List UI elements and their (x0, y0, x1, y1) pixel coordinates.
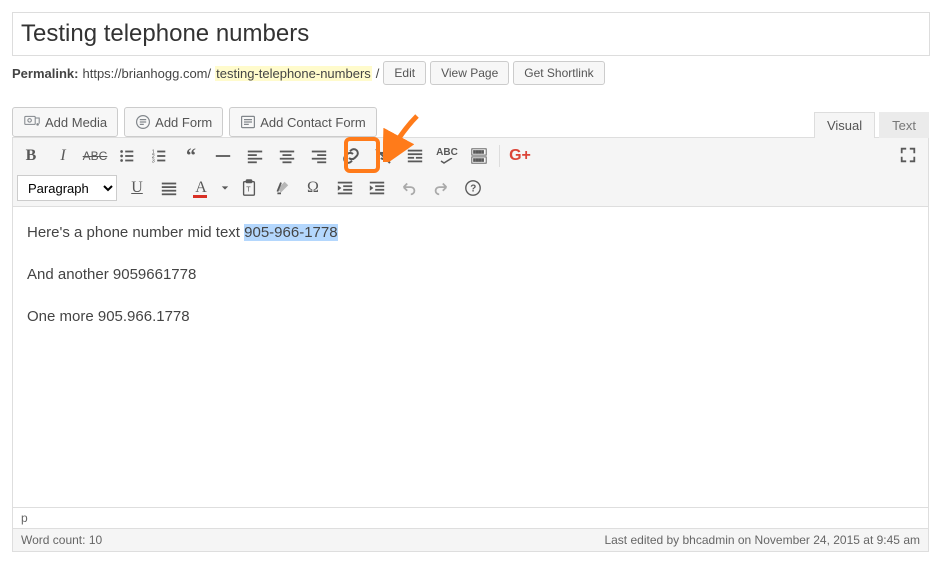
element-path[interactable]: p (13, 507, 928, 528)
hr-button[interactable] (208, 141, 238, 171)
permalink-row: Permalink: https://brianhogg.com/testing… (12, 61, 929, 85)
status-bar: Word count: 10 Last edited by bhcadmin o… (13, 528, 928, 551)
svg-text:?: ? (470, 184, 476, 195)
editor: B I ABC 123 “ (12, 137, 929, 552)
more-tag-button[interactable] (400, 141, 430, 171)
permalink-trail: / (376, 66, 380, 81)
permalink-label: Permalink: (12, 66, 78, 81)
text-color-dropdown[interactable] (218, 173, 232, 203)
edit-permalink-button[interactable]: Edit (383, 61, 426, 85)
fullscreen-button[interactable] (893, 140, 923, 170)
toolbar-separator (499, 145, 500, 167)
bullet-list-button[interactable] (112, 141, 142, 171)
google-plus-button[interactable]: G+ (505, 141, 535, 171)
clear-formatting-button[interactable] (266, 173, 296, 203)
align-justify-button[interactable] (154, 173, 184, 203)
add-media-label: Add Media (45, 115, 107, 130)
paste-text-button[interactable]: T (234, 173, 264, 203)
indent-button[interactable] (362, 173, 392, 203)
link-button[interactable] (336, 141, 366, 171)
toolbar-toggle-button[interactable] (464, 141, 494, 171)
word-count: Word count: 10 (21, 533, 102, 547)
camera-music-icon (23, 114, 41, 130)
add-contact-form-button[interactable]: Add Contact Form (229, 107, 377, 137)
permalink-slug[interactable]: testing-telephone-numbers (215, 66, 372, 81)
outdent-button[interactable] (330, 173, 360, 203)
permalink-base: https://brianhogg.com/ (82, 66, 211, 81)
svg-text:T: T (246, 185, 251, 194)
form-icon (135, 114, 151, 130)
redo-button[interactable] (426, 173, 456, 203)
text-color-button[interactable]: A (186, 173, 216, 203)
contact-form-icon (240, 114, 256, 130)
add-form-label: Add Form (155, 115, 212, 130)
unlink-button[interactable] (368, 141, 398, 171)
content-p1-text: Here's a phone number mid text (27, 224, 244, 241)
content-p2[interactable]: And another 9059661778 (27, 263, 914, 287)
format-select[interactable]: Paragraph (17, 175, 117, 201)
add-media-button[interactable]: Add Media (12, 107, 118, 137)
underline-button[interactable]: U (122, 173, 152, 203)
special-char-button[interactable]: Ω (298, 173, 328, 203)
spellcheck-button[interactable]: ABC (432, 141, 462, 171)
numbered-list-button[interactable]: 123 (144, 141, 174, 171)
align-center-button[interactable] (272, 141, 302, 171)
view-page-button[interactable]: View Page (430, 61, 509, 85)
italic-button[interactable]: I (48, 141, 78, 171)
tab-visual[interactable]: Visual (814, 112, 875, 138)
get-shortlink-button[interactable]: Get Shortlink (513, 61, 604, 85)
content-p1[interactable]: Here's a phone number mid text 905-966-1… (27, 221, 914, 245)
editor-content[interactable]: Here's a phone number mid text 905-966-1… (13, 207, 928, 507)
add-contact-form-label: Add Contact Form (260, 115, 366, 130)
help-button[interactable]: ? (458, 173, 488, 203)
last-edited: Last edited by bhcadmin on November 24, … (604, 533, 920, 547)
align-right-button[interactable] (304, 141, 334, 171)
content-p1-selection[interactable]: 905-966-1778 (244, 224, 337, 241)
toolbar: B I ABC 123 “ (13, 138, 928, 207)
add-form-button[interactable]: Add Form (124, 107, 223, 137)
strikethrough-button[interactable]: ABC (80, 141, 110, 171)
content-p3[interactable]: One more 905.966.1778 (27, 305, 914, 329)
bold-button[interactable]: B (16, 141, 46, 171)
post-title-input[interactable] (12, 12, 930, 56)
svg-text:3: 3 (152, 158, 155, 164)
align-left-button[interactable] (240, 141, 270, 171)
undo-button[interactable] (394, 173, 424, 203)
tab-text[interactable]: Text (879, 112, 929, 138)
blockquote-button[interactable]: “ (176, 141, 206, 171)
